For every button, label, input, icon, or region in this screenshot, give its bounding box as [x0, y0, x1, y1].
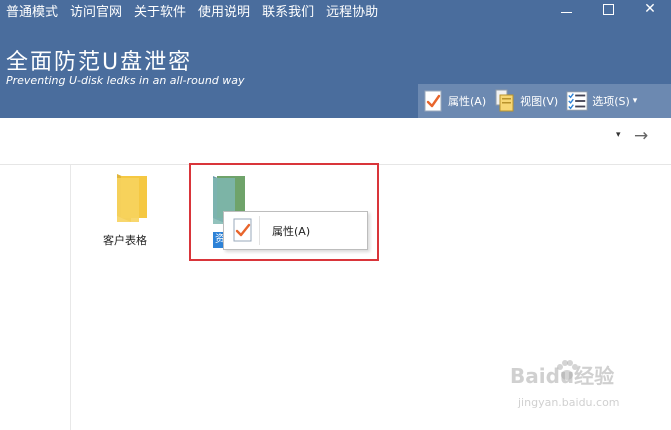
- top-menu: 普通模式 访问官网 关于软件 使用说明 联系我们 远程协助: [0, 0, 384, 26]
- folder-label: 客户表格: [103, 234, 147, 247]
- app-header: 普通模式 访问官网 关于软件 使用说明 联系我们 远程协助 ✕ 全面防范U盘泄密…: [0, 0, 671, 118]
- toolbar: 属性(A) 视图(V) 选项(S) ▾: [418, 84, 671, 118]
- menu-item-website[interactable]: 访问官网: [64, 0, 128, 26]
- minimize-button[interactable]: [546, 0, 586, 20]
- address-dropdown-icon[interactable]: ▾: [616, 130, 621, 140]
- menu-item-contact[interactable]: 联系我们: [256, 0, 320, 26]
- menu-item-help[interactable]: 使用说明: [192, 0, 256, 26]
- close-button[interactable]: ✕: [630, 0, 670, 20]
- highlight-annotation-box: [189, 163, 379, 261]
- view-pages-icon: [494, 89, 516, 113]
- navigation-pane[interactable]: [0, 165, 71, 430]
- watermark-brand: Baidu经验: [510, 364, 615, 388]
- minimize-icon: [560, 12, 572, 13]
- watermark-url: jingyan.baidu.com: [518, 396, 620, 409]
- view-button[interactable]: 视图(V): [490, 86, 562, 116]
- folder-item-customer-sheets[interactable]: 客户表格: [99, 170, 159, 250]
- watermark: Baidu经验 jingyan.baidu.com: [506, 356, 666, 416]
- checklist-icon: [566, 89, 588, 113]
- options-button-label: 选项(S): [592, 95, 630, 108]
- properties-button-label: 属性(A): [448, 95, 487, 108]
- properties-button[interactable]: 属性(A): [418, 86, 490, 116]
- folder-icon: [117, 174, 147, 222]
- app-title: 全面防范U盘泄密: [6, 50, 193, 75]
- maximize-button[interactable]: [588, 0, 628, 20]
- check-document-icon: [422, 89, 444, 113]
- app-subtitle: Preventing U-disk ledks in an all-round …: [6, 74, 245, 87]
- chevron-down-icon: ▾: [632, 96, 638, 106]
- menu-item-normal-mode[interactable]: 普通模式: [0, 0, 64, 26]
- address-bar[interactable]: ▾ →: [0, 118, 671, 165]
- options-button[interactable]: 选项(S) ▾: [562, 86, 641, 116]
- close-icon: ✕: [644, 1, 656, 17]
- maximize-icon: [602, 4, 614, 15]
- menu-item-remote-assist[interactable]: 远程协助: [320, 0, 384, 26]
- menu-item-about[interactable]: 关于软件: [128, 0, 192, 26]
- view-button-label: 视图(V): [520, 95, 559, 108]
- go-arrow-icon[interactable]: →: [634, 126, 648, 146]
